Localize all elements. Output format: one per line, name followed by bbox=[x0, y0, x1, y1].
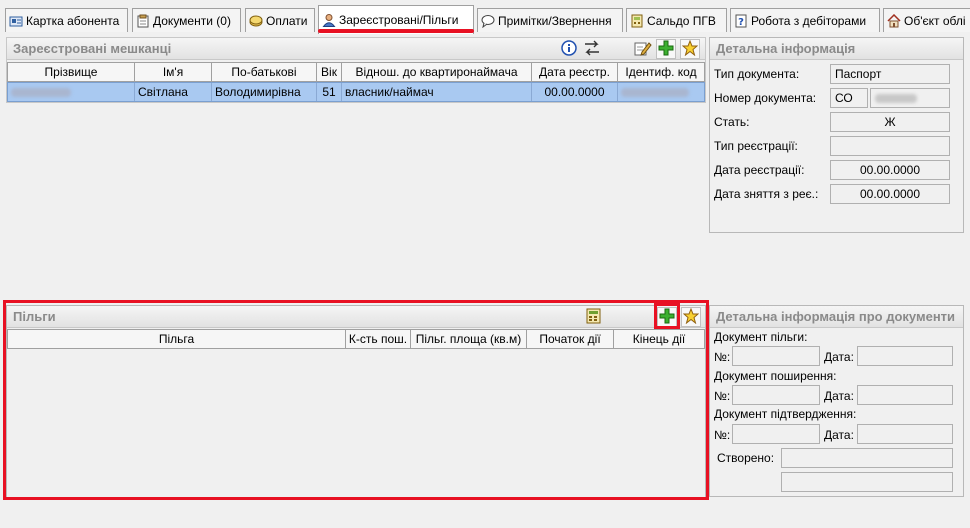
tab-balance[interactable]: Сальдо ПГВ bbox=[626, 8, 727, 32]
confirm-doc-number-field[interactable] bbox=[732, 424, 820, 444]
spread-doc-label: Документ поширення: bbox=[714, 369, 837, 383]
benefit-doc-date-field[interactable] bbox=[857, 346, 953, 366]
user-icon bbox=[322, 13, 336, 27]
cell-age: 51 bbox=[317, 83, 342, 101]
benefits-highlight bbox=[3, 300, 709, 500]
info-button[interactable] bbox=[559, 39, 579, 59]
tab-label: Оплати bbox=[266, 13, 308, 28]
transfer-icon bbox=[583, 40, 601, 59]
svg-text:?: ? bbox=[738, 17, 744, 28]
tab-label: Примітки/Звернення bbox=[498, 13, 612, 28]
cell-name: Світлана bbox=[135, 83, 212, 101]
reg-date-field[interactable]: 00.00.0000 bbox=[830, 160, 950, 180]
tab-debtors[interactable]: ? Робота з дебіторами bbox=[730, 8, 880, 32]
column-header[interactable]: Дата реєстр. bbox=[532, 63, 618, 81]
star-icon bbox=[681, 39, 699, 59]
add-resident-button[interactable] bbox=[656, 39, 676, 59]
column-header[interactable]: Ідентиф. код bbox=[618, 63, 704, 81]
doc-series-field[interactable]: СО bbox=[830, 88, 868, 108]
cell-id-code bbox=[618, 83, 704, 101]
spread-doc-number-field[interactable] bbox=[732, 385, 820, 405]
tab-payments[interactable]: Оплати bbox=[245, 8, 315, 32]
active-tab-indicator bbox=[318, 29, 474, 33]
column-header[interactable]: Віднош. до квартиронаймача bbox=[342, 63, 532, 81]
plus-icon bbox=[658, 40, 674, 59]
tab-label: Об'єкт облі bbox=[904, 13, 966, 28]
tab-label: Робота з дебіторами bbox=[751, 13, 867, 28]
edit-icon bbox=[634, 40, 652, 59]
details-panel-title: Детальна інформація bbox=[710, 38, 963, 60]
date-label: Дата: bbox=[824, 389, 854, 403]
cell-reg-date: 00.00.0000 bbox=[532, 83, 618, 101]
money-icon bbox=[249, 14, 263, 28]
doc-type-field[interactable]: Паспорт bbox=[830, 64, 950, 84]
clipboard-icon bbox=[136, 14, 150, 28]
calculator-icon bbox=[630, 14, 644, 28]
transfer-button[interactable] bbox=[582, 39, 602, 59]
cell-patronymic: Володимирівна bbox=[212, 83, 317, 101]
date-label: Дата: bbox=[824, 350, 854, 364]
tab-label: Документи (0) bbox=[153, 13, 231, 28]
tab-notes-requests[interactable]: Примітки/Звернення bbox=[477, 8, 623, 32]
column-header[interactable]: Вік bbox=[317, 63, 342, 81]
add-benefit-highlight bbox=[654, 303, 680, 329]
document-question-icon: ? bbox=[734, 14, 748, 28]
number-label: №: bbox=[714, 350, 731, 364]
card-icon bbox=[9, 14, 23, 28]
tab-documents[interactable]: Документи (0) bbox=[132, 8, 241, 32]
benefit-doc-label: Документ пільги: bbox=[714, 330, 808, 344]
table-row[interactable]: Світлана Володимирівна 51 власник/наймач… bbox=[7, 82, 705, 102]
doc-type-label: Тип документа: bbox=[714, 67, 800, 81]
doc-details-panel-title: Детальна інформація про документи bbox=[710, 306, 963, 328]
sex-label: Стать: bbox=[714, 115, 750, 129]
residents-table-header: Прізвище Ім'я По-батькові Вік Віднош. до… bbox=[7, 62, 705, 82]
cell-surname bbox=[8, 83, 135, 101]
benefit-doc-number-field[interactable] bbox=[732, 346, 820, 366]
created-label: Створено: bbox=[717, 451, 775, 465]
tab-accounting-object[interactable]: Об'єкт облі bbox=[883, 8, 970, 32]
redacted-surname bbox=[11, 88, 71, 98]
doc-number-label: Номер документа: bbox=[714, 91, 817, 105]
dereg-date-label: Дата зняття з реє.: bbox=[714, 187, 819, 201]
redacted-doc-number bbox=[875, 94, 917, 104]
column-header[interactable]: По-батькові bbox=[212, 63, 317, 81]
date-label: Дата: bbox=[824, 428, 854, 442]
number-label: №: bbox=[714, 389, 731, 403]
cell-relation: власник/наймач bbox=[342, 83, 532, 101]
number-label: №: bbox=[714, 428, 731, 442]
created-by-field[interactable] bbox=[781, 448, 953, 468]
reg-type-label: Тип реєстрації: bbox=[714, 139, 798, 153]
redacted-id-code bbox=[621, 88, 689, 98]
tab-subscriber-card[interactable]: Картка абонента bbox=[5, 8, 128, 32]
tab-label: Зареєстровані/Пільги bbox=[339, 13, 459, 27]
column-header[interactable]: Ім'я bbox=[135, 63, 212, 81]
confirm-doc-date-field[interactable] bbox=[857, 424, 953, 444]
speech-bubble-icon bbox=[481, 14, 495, 28]
created-date-field[interactable] bbox=[781, 472, 953, 492]
spread-doc-date-field[interactable] bbox=[857, 385, 953, 405]
tab-bar: Картка абонента Документи (0) Оплати Зар… bbox=[0, 0, 970, 34]
column-header[interactable]: Прізвище bbox=[8, 63, 135, 81]
tab-label: Картка абонента bbox=[26, 13, 120, 28]
doc-number-field[interactable] bbox=[870, 88, 950, 108]
sex-field[interactable]: Ж bbox=[830, 112, 950, 132]
favorite-resident-button[interactable] bbox=[680, 39, 700, 59]
tab-label: Сальдо ПГВ bbox=[647, 13, 716, 28]
confirm-doc-label: Документ підтвердження: bbox=[714, 407, 857, 421]
reg-date-label: Дата реєстрації: bbox=[714, 163, 805, 177]
edit-resident-button[interactable] bbox=[633, 39, 653, 59]
house-icon bbox=[887, 13, 901, 28]
dereg-date-field[interactable]: 00.00.0000 bbox=[830, 184, 950, 204]
reg-type-field[interactable] bbox=[830, 136, 950, 156]
info-icon bbox=[561, 39, 577, 59]
